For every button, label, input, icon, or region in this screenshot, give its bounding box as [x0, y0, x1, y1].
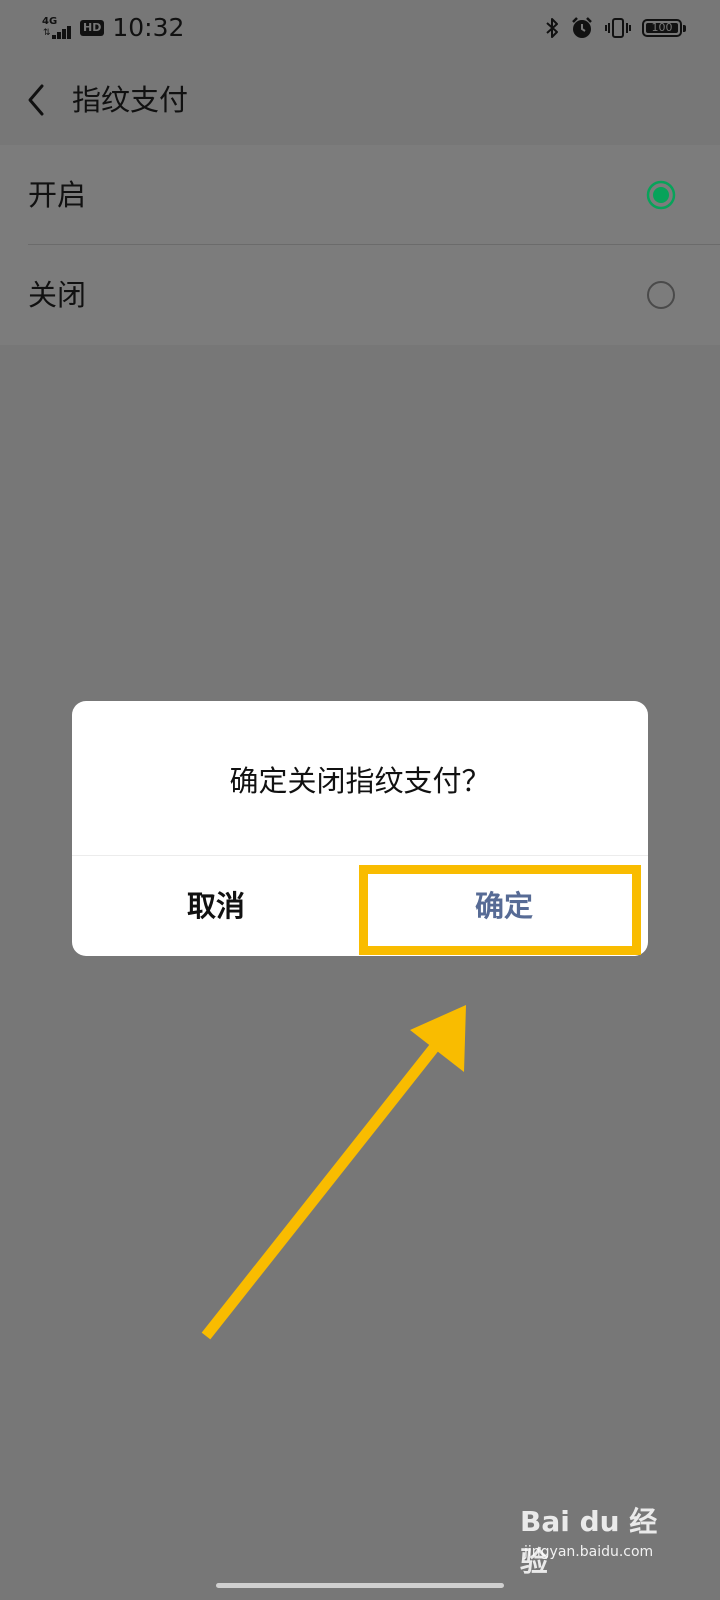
signal-bar — [67, 26, 71, 39]
watermark-logo: Bai du 经验 — [520, 1505, 658, 1578]
battery-cap — [683, 25, 686, 32]
highlight-box — [359, 865, 641, 955]
battery-level: 100 — [646, 22, 678, 33]
home-indicator[interactable] — [216, 1583, 504, 1588]
watermark: Bai du 经验 jingyan.baidu.com — [510, 1500, 680, 1578]
page-title: 指纹支付 — [72, 83, 189, 117]
option-enable[interactable]: 开启 — [0, 145, 720, 245]
signal-bar — [62, 29, 66, 39]
status-right: 100 — [544, 10, 686, 46]
signal-bar — [57, 32, 61, 39]
status-bar: 4G ⇅ HD 10:32 100 — [0, 0, 720, 56]
cancel-button[interactable]: 取消 — [72, 856, 360, 956]
signal-bar — [52, 35, 56, 39]
vibrate-icon — [605, 18, 631, 38]
top-bar: 指纹支付 — [0, 56, 720, 144]
option-disable[interactable]: 关闭 — [0, 245, 720, 345]
option-label: 开启 — [28, 178, 87, 212]
radio-selected-icon[interactable] — [646, 180, 676, 210]
bluetooth-icon — [546, 18, 558, 38]
options-list: 开启 关闭 — [0, 145, 720, 345]
dialog-message: 确定关闭指纹支付？ — [229, 764, 491, 798]
battery-icon: 100 — [642, 19, 686, 37]
watermark-url: jingyan.baidu.com — [524, 1544, 654, 1560]
status-left: 4G ⇅ HD 10:32 — [40, 10, 184, 46]
clock: 10:32 — [112, 13, 185, 42]
data-arrows-icon: ⇅ — [43, 28, 51, 38]
option-label: 关闭 — [28, 278, 87, 312]
cellular-signal-icon: 4G ⇅ — [40, 13, 72, 43]
hd-badge: HD — [80, 20, 105, 36]
chevron-left-icon[interactable] — [20, 80, 52, 120]
network-type: 4G — [42, 16, 58, 27]
radio-unselected-icon[interactable] — [646, 280, 676, 310]
alarm-icon — [572, 17, 592, 38]
